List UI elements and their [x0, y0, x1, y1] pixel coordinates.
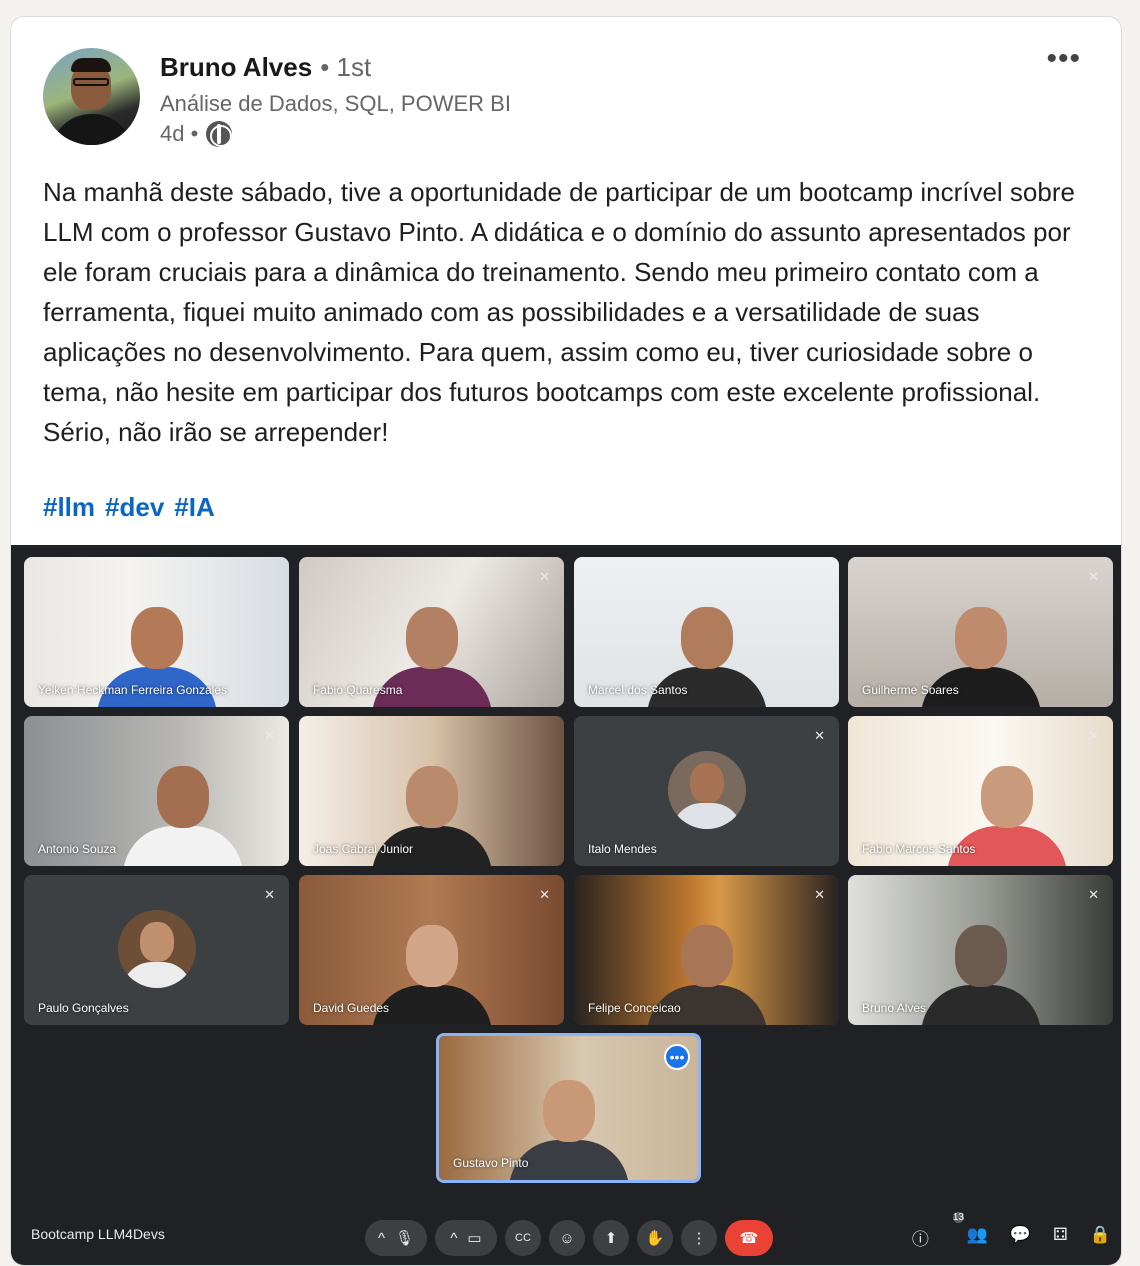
lock-icon[interactable]: 🔒 — [1090, 1225, 1111, 1250]
more-actions-button[interactable]: ⋮ — [681, 1220, 717, 1256]
globe-icon — [206, 121, 233, 147]
video-tile: ✕ Guilherme Soares — [848, 557, 1113, 707]
present-icon: ⬆ — [604, 1230, 618, 1247]
mic-off-icon: ✕ — [814, 728, 825, 743]
participant-name: Gustavo Pinto — [453, 1156, 529, 1170]
mic-off-icon: ✕ — [814, 887, 825, 902]
captions-icon: CC — [515, 1232, 531, 1244]
hashtag-link[interactable]: #dev — [105, 492, 164, 523]
participant-name: Felipe Conceicao — [588, 1001, 681, 1015]
post-meta: 4d • — [160, 121, 233, 147]
chevron-up-icon[interactable]: ^ — [378, 1230, 385, 1247]
post-card: Bruno Alves • 1st Análise de Dados, SQL,… — [10, 16, 1122, 1266]
people-icon[interactable]: 13 👥 — [951, 1212, 988, 1250]
video-tile: ✕ Paulo Gonçalves — [24, 875, 289, 1025]
raise-hand-button[interactable]: ✋ — [637, 1220, 673, 1256]
meeting-screenshot[interactable]: Yelken Heckman Ferreira Gonzales ✕ Fabio… — [11, 545, 1121, 1265]
leave-call-button[interactable]: ☎ — [725, 1220, 773, 1256]
more-vert-icon: ⋮ — [691, 1230, 707, 1247]
video-tile: ✕ David Guedes — [299, 875, 564, 1025]
hashtag-link[interactable]: #llm — [43, 492, 95, 523]
mic-off-icon: ✕ — [539, 887, 550, 902]
participant-name: Joas Cabral Junior — [313, 842, 414, 856]
participant-avatar — [667, 751, 746, 829]
microphone-icon: 🎙 — [395, 1230, 415, 1247]
participant-count-badge: 13 — [952, 1212, 964, 1223]
meeting-side-controls: ⓘ 13 👥 💬 ⚃ 🔒 — [912, 1212, 1111, 1250]
more-options-button[interactable]: ••• — [1046, 44, 1081, 74]
hashtag-link[interactable]: #IA — [174, 492, 214, 523]
participant-name: Marcel dos Santos — [588, 683, 688, 697]
emoji-icon: ☺ — [559, 1229, 575, 1247]
participant-avatar — [117, 910, 196, 988]
meeting-title: Bootcamp LLM4Devs — [31, 1226, 165, 1242]
post-text: Na manhã deste sábado, tive a oportunida… — [43, 177, 1075, 447]
participant-name: Guilherme Soares — [862, 683, 959, 697]
video-tile: ✕ Italo Mendes — [574, 716, 839, 866]
info-icon[interactable]: ⓘ — [912, 1225, 929, 1250]
video-tile: ✕ Bruno Alves — [848, 875, 1113, 1025]
emoji-button[interactable]: ☺ — [549, 1220, 585, 1256]
post-time: 4d • — [160, 121, 199, 146]
chevron-up-icon[interactable]: ^ — [450, 1230, 457, 1247]
tile-more-options-button[interactable]: ••• — [664, 1044, 690, 1070]
mic-off-icon: ✕ — [264, 728, 275, 743]
participant-name: Antonio Souza — [38, 842, 117, 856]
post-header: Bruno Alves • 1st Análise de Dados, SQL,… — [11, 17, 1121, 157]
participant-name: Fabio Marcos Santos — [862, 842, 976, 856]
video-tile: ✕ Fabio Quaresma — [299, 557, 564, 707]
mic-off-icon: ✕ — [264, 887, 275, 902]
participant-name: Bruno Alves — [862, 1001, 927, 1015]
video-tile: ✕ Antonio Souza — [24, 716, 289, 866]
mic-off-icon: ✕ — [1088, 569, 1099, 584]
video-tile: ✕ Felipe Conceicao — [574, 875, 839, 1025]
author-avatar[interactable] — [43, 48, 140, 145]
speaker-tile: ••• Gustavo Pinto — [436, 1033, 701, 1183]
hashtags: #llm #dev #IA — [43, 492, 215, 523]
participant-name: Yelken Heckman Ferreira Gonzales — [38, 683, 227, 697]
participant-name: David Guedes — [313, 1001, 390, 1015]
mic-off-icon: ✕ — [1088, 728, 1099, 743]
video-tile: ✕ Fabio Marcos Santos — [848, 716, 1113, 866]
activities-icon[interactable]: ⚃ — [1053, 1225, 1068, 1250]
chat-icon[interactable]: 💬 — [1010, 1225, 1031, 1250]
mic-off-icon: ✕ — [539, 569, 550, 584]
present-button[interactable]: ⬆ — [593, 1220, 629, 1256]
microphone-button[interactable]: ^ 🎙 — [365, 1220, 427, 1256]
hand-icon: ✋ — [645, 1230, 665, 1247]
mic-off-icon: ✕ — [1088, 887, 1099, 902]
camera-button[interactable]: ^ ▭ — [435, 1220, 497, 1256]
camera-icon: ▭ — [467, 1230, 482, 1247]
video-tile: Joas Cabral Junior — [299, 716, 564, 866]
captions-button[interactable]: CC — [505, 1220, 541, 1256]
meeting-toolbar: Bootcamp LLM4Devs ^ 🎙 ^ ▭ CC ☺ ⬆ ✋ ⋮ ☎ ⓘ — [11, 1209, 1121, 1265]
participant-name: Italo Mendes — [588, 842, 657, 856]
author-headline: Análise de Dados, SQL, POWER BI — [160, 91, 511, 116]
video-tile: Marcel dos Santos — [574, 557, 839, 707]
participant-name: Paulo Gonçalves — [38, 1001, 129, 1015]
author-name[interactable]: Bruno Alves — [160, 52, 312, 83]
connection-degree: • 1st — [320, 52, 372, 82]
video-tile: Yelken Heckman Ferreira Gonzales — [24, 557, 289, 707]
meeting-controls: ^ 🎙 ^ ▭ CC ☺ ⬆ ✋ ⋮ ☎ — [365, 1220, 773, 1256]
hangup-icon: ☎ — [739, 1230, 759, 1247]
author-name-row: Bruno Alves • 1st — [160, 52, 371, 83]
people-glyph: 👥 — [966, 1225, 988, 1244]
participant-name: Fabio Quaresma — [313, 683, 403, 697]
